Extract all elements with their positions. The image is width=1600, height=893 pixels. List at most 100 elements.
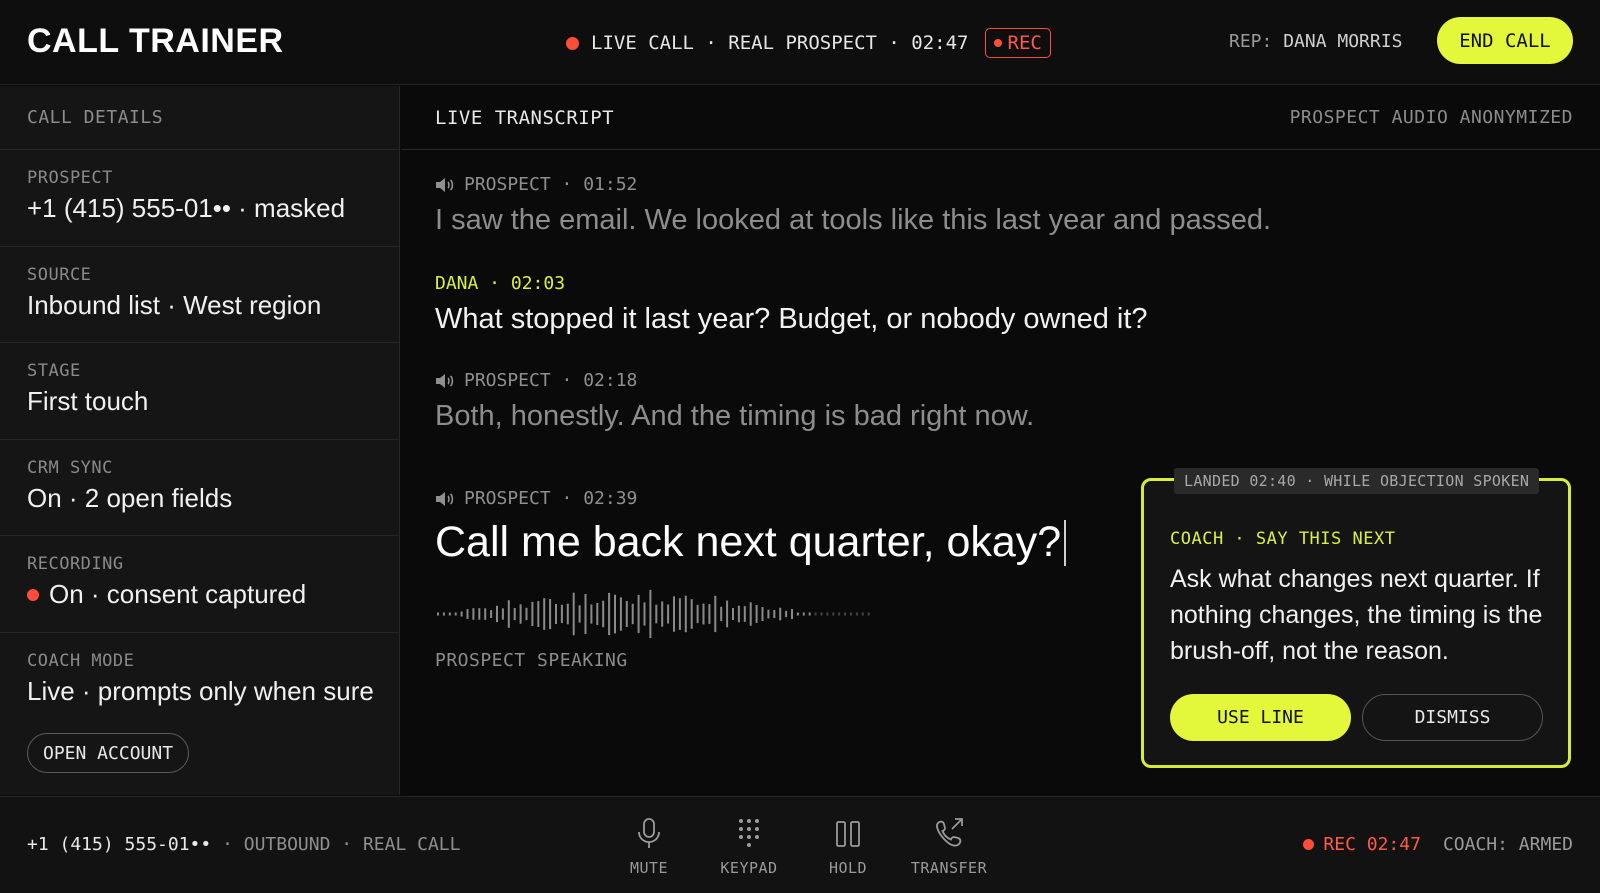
waveform-bar bbox=[578, 605, 581, 623]
rec-dot-icon bbox=[993, 39, 1002, 47]
detail-label: COACH MODE bbox=[27, 650, 135, 671]
mute-button[interactable]: MUTE bbox=[604, 817, 694, 877]
footer-phone-number: +1 (415) 555-01•• bbox=[27, 834, 212, 855]
waveform-bar bbox=[720, 606, 723, 622]
call-status: LIVE CALL · REAL PROSPECT · 02:47 REC bbox=[566, 28, 1051, 58]
waveform-bar bbox=[708, 604, 711, 624]
rec-badge-label: REC bbox=[1007, 32, 1042, 54]
waveform-bar bbox=[814, 612, 817, 616]
waveform-bar bbox=[596, 603, 599, 625]
waveform-bar bbox=[478, 608, 481, 620]
detail-label: PROSPECT bbox=[27, 168, 113, 188]
message-meta: PROSPECT · 02:18 bbox=[435, 370, 637, 391]
control-label: TRANSFER bbox=[910, 859, 988, 877]
waveform-bar bbox=[513, 608, 516, 621]
footer-status: REC 02:47 COACH: ARMED bbox=[1303, 834, 1573, 855]
waveform-bar bbox=[454, 612, 457, 616]
waveform-bar bbox=[649, 589, 652, 639]
footer-call-info: +1 (415) 555-01•• · OUTBOUND · REAL CALL bbox=[27, 834, 460, 855]
detail-value: First touch bbox=[27, 386, 149, 416]
waveform-bar bbox=[537, 601, 540, 627]
waveform-bar bbox=[625, 601, 628, 627]
waveform-bar bbox=[855, 612, 858, 616]
speaker-icon bbox=[436, 177, 454, 192]
keypad-icon bbox=[739, 819, 759, 847]
call-details-panel: CALL DETAILS PROSPECT +1 (415) 555-01•• … bbox=[0, 86, 400, 795]
detail-recording: RECORDING On · consent captured bbox=[0, 536, 399, 633]
anonymized-note: PROSPECT AUDIO ANONYMIZED bbox=[1289, 107, 1573, 128]
message-meta: PROSPECT · 02:39 bbox=[435, 488, 637, 509]
waveform-bar bbox=[702, 603, 705, 625]
end-call-button[interactable]: END CALL bbox=[1437, 17, 1573, 64]
transcript-panel: LIVE TRANSCRIPT PROSPECT AUDIO ANONYMIZE… bbox=[401, 86, 1600, 795]
transfer-button[interactable]: TRANSFER bbox=[904, 817, 994, 877]
waveform-bar bbox=[844, 612, 847, 616]
transcript-line: Both, honestly. And the timing is bad ri… bbox=[435, 400, 1035, 432]
waveform-bar bbox=[543, 598, 546, 630]
waveform-bar bbox=[507, 600, 510, 628]
use-line-button[interactable]: USE LINE bbox=[1170, 694, 1351, 741]
rec-dot-icon bbox=[1303, 839, 1315, 850]
waveform-bar bbox=[460, 611, 463, 617]
waveform-bar bbox=[867, 612, 870, 616]
waveform-bar bbox=[796, 612, 799, 616]
waveform-bar bbox=[673, 596, 675, 632]
waveform-bar bbox=[714, 595, 717, 633]
coach-suggestion-text: Ask what changes next quarter. If nothin… bbox=[1170, 565, 1543, 665]
call-details-heading: CALL DETAILS bbox=[0, 86, 399, 150]
waveform-bar bbox=[861, 612, 864, 616]
transcript-line: I saw the email. We looked at tools like… bbox=[435, 204, 1272, 236]
waveform-bar bbox=[442, 612, 445, 616]
waveform-bar bbox=[608, 592, 611, 636]
waveform-bar bbox=[826, 612, 829, 616]
speaker-icon bbox=[436, 373, 454, 388]
speaker-icon bbox=[436, 491, 454, 506]
message-meta-text: PROSPECT · 02:18 bbox=[464, 370, 638, 391]
transcript-heading: LIVE TRANSCRIPT bbox=[435, 107, 615, 129]
microphone-icon bbox=[638, 818, 660, 848]
app-title: CALL TRAINER bbox=[27, 22, 284, 60]
control-label: MUTE bbox=[629, 859, 669, 877]
waveform-bar bbox=[572, 592, 575, 636]
waveform-bar bbox=[584, 594, 587, 634]
message-meta-text: PROSPECT · 02:39 bbox=[464, 488, 638, 509]
waveform-bar bbox=[785, 610, 788, 618]
rep-info: REP: DANA MORRIS bbox=[1229, 31, 1402, 52]
detail-source: SOURCE Inbound list · West region bbox=[0, 247, 399, 343]
open-account-button[interactable]: OPEN ACCOUNT bbox=[27, 733, 190, 773]
recording-value-text: On · consent captured bbox=[49, 579, 307, 609]
live-indicator-dot bbox=[566, 36, 579, 50]
rec-timer: REC 02:47 bbox=[1323, 834, 1421, 855]
detail-value: Inbound list · West region bbox=[27, 289, 322, 320]
coach-state: COACH: ARMED bbox=[1442, 834, 1573, 855]
waveform-bar bbox=[472, 608, 475, 620]
keypad-button[interactable]: KEYPAD bbox=[704, 817, 794, 877]
hold-button[interactable]: HOLD bbox=[803, 817, 893, 877]
transcript-header: LIVE TRANSCRIPT PROSPECT AUDIO ANONYMIZE… bbox=[401, 86, 1600, 150]
transfer-icon bbox=[936, 818, 963, 847]
rep-name: DANA MORRIS bbox=[1283, 31, 1403, 52]
waveform-bar bbox=[501, 608, 504, 620]
call-status-text: LIVE CALL · REAL PROSPECT · 02:47 bbox=[591, 32, 969, 54]
waveform-bar bbox=[437, 612, 439, 616]
call-controls-bar: +1 (415) 555-01•• · OUTBOUND · REAL CALL… bbox=[0, 796, 1600, 893]
waveform-bar bbox=[767, 609, 770, 619]
waveform-bar bbox=[820, 612, 823, 616]
waveform-bar bbox=[614, 594, 616, 634]
coach-suggestion-card: LANDED 02:40 · WHILE OBJECTION SPOKEN CO… bbox=[1141, 468, 1571, 768]
waveform-bar bbox=[555, 604, 557, 624]
detail-value: On · 2 open fields bbox=[27, 482, 233, 513]
waveform-bar bbox=[726, 600, 729, 628]
waveform-bar bbox=[661, 601, 664, 627]
message-meta: DANA · 02:03 bbox=[435, 273, 566, 294]
waveform-bar bbox=[519, 604, 522, 624]
waveform-bar bbox=[749, 602, 752, 626]
waveform-bar bbox=[684, 595, 687, 633]
waveform-bar bbox=[743, 606, 746, 622]
waveform-bar bbox=[779, 607, 782, 621]
waveform-bar bbox=[560, 604, 563, 624]
dismiss-button[interactable]: DISMISS bbox=[1362, 694, 1543, 741]
rec-badge: REC bbox=[984, 28, 1051, 58]
detail-coach-mode: COACH MODE Live · prompts only when sure bbox=[0, 633, 399, 730]
waveform-bar bbox=[773, 610, 776, 619]
